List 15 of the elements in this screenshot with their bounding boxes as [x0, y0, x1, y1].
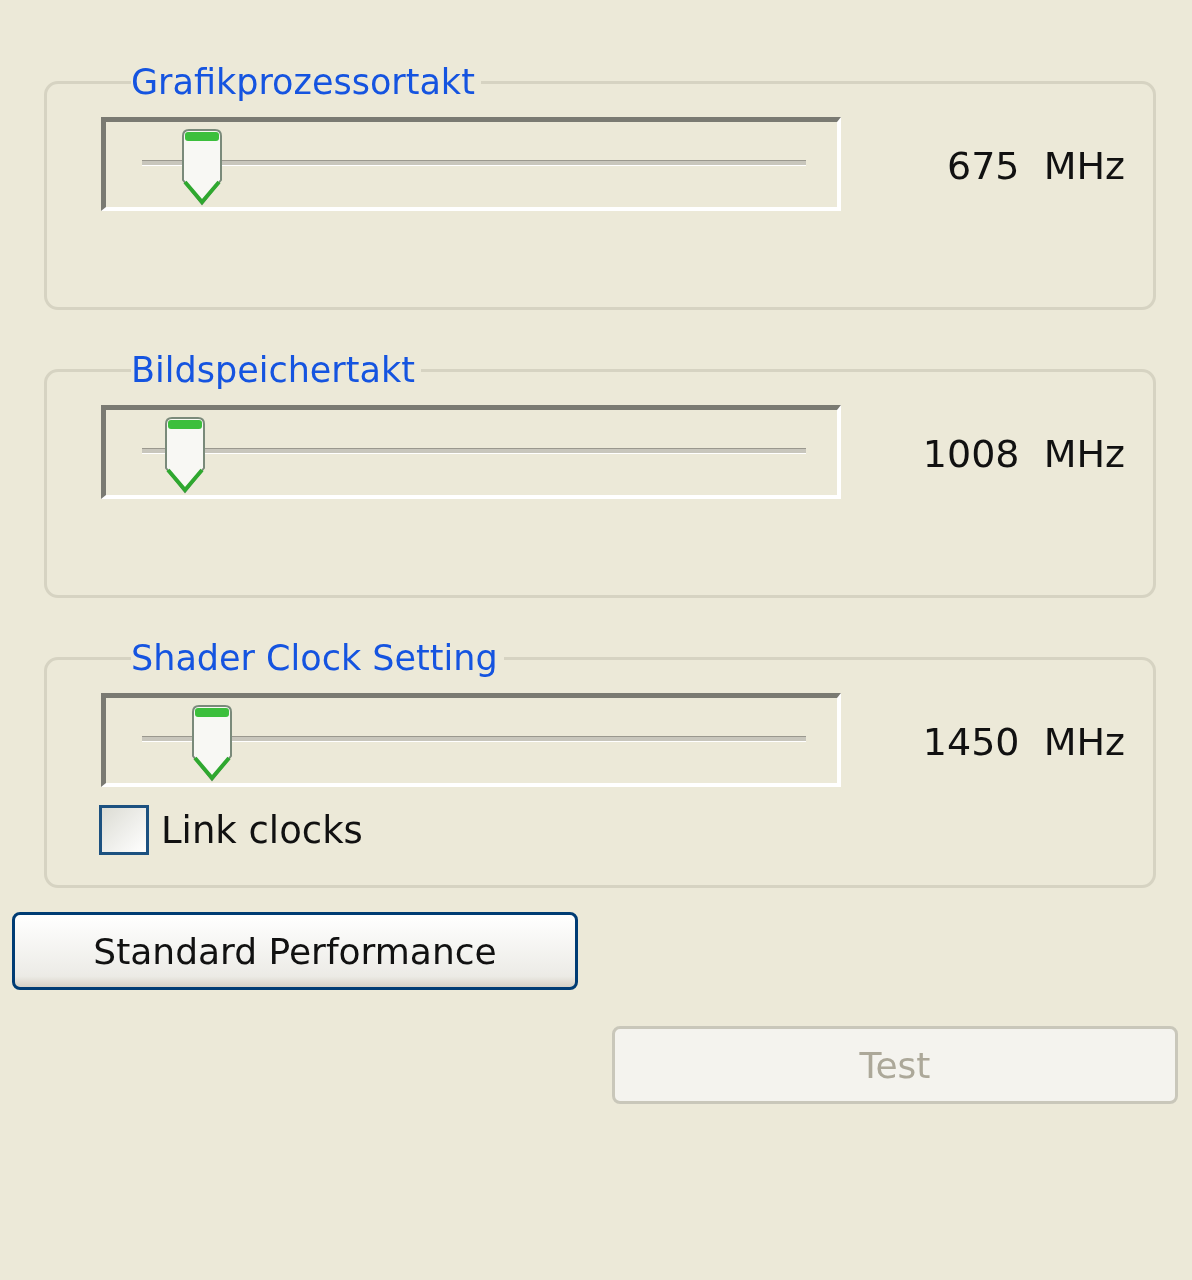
group-title: Bildspeichertakt: [131, 350, 416, 390]
slider-thumb[interactable]: [189, 704, 234, 784]
push-button[interactable]: Standard Performance: [12, 912, 578, 990]
slider[interactable]: [101, 117, 841, 211]
slider[interactable]: [101, 405, 841, 499]
checkbox[interactable]: [99, 805, 149, 855]
clock-value: 1450 MHz: [922, 719, 1125, 764]
group-title: Grafikprozessortakt: [131, 62, 476, 102]
slider-thumb[interactable]: [163, 416, 208, 496]
clock-value: 1008 MHz: [922, 431, 1125, 476]
slider[interactable]: [101, 693, 841, 787]
group-title: Shader Clock Setting: [131, 638, 499, 678]
clock-value: 675 MHz: [947, 143, 1125, 188]
checkbox-label: Link clocks: [161, 808, 363, 852]
slider-thumb[interactable]: [179, 128, 224, 208]
